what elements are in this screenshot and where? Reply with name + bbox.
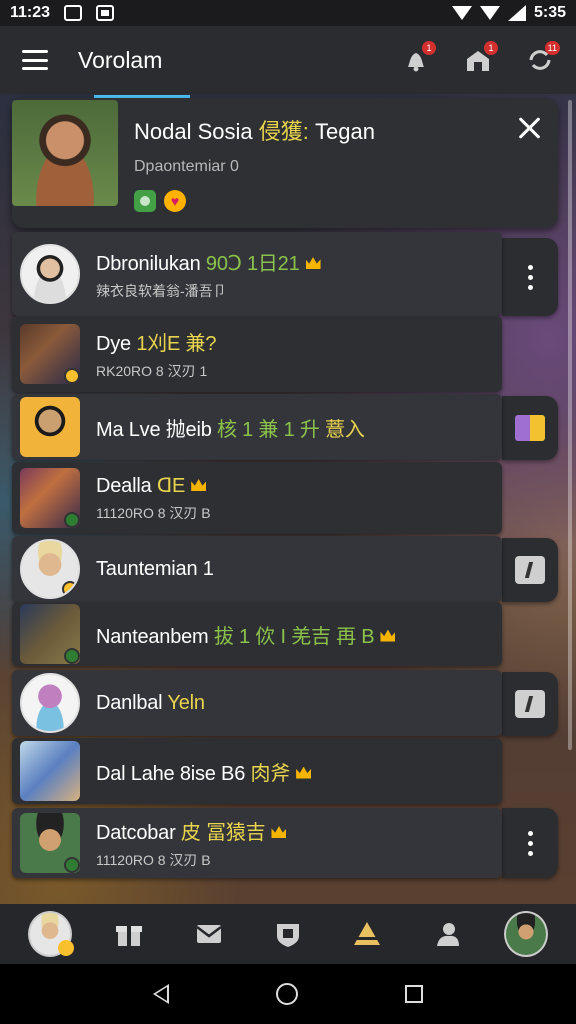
badge-icon bbox=[64, 368, 80, 384]
refresh-button[interactable]: 11 bbox=[526, 41, 560, 73]
avatar bbox=[20, 468, 80, 528]
item-title: Danlbal Yeln bbox=[96, 691, 205, 714]
nav-account[interactable] bbox=[504, 911, 549, 957]
app-title: Vorolam bbox=[78, 46, 191, 98]
avatar bbox=[20, 324, 80, 384]
item-subtitle: RK20RO 8 汉刃 1 bbox=[96, 363, 208, 379]
nav-friend[interactable] bbox=[425, 912, 469, 956]
crown-icon bbox=[296, 766, 312, 779]
list-item[interactable]: Dye 1刈E 兼? RK20RO 8 汉刃 1 bbox=[12, 316, 502, 392]
list-item[interactable]: Dal Lahe 8ise B6 肉斧 bbox=[12, 738, 502, 804]
system-nav-bar bbox=[0, 964, 576, 1024]
status-bar: 11:23 5:35 bbox=[0, 0, 576, 26]
more-vert-icon bbox=[527, 830, 533, 856]
list-item[interactable]: Datcobar 皮 冨猿吉 11120RO 8 汉刃 B bbox=[12, 808, 502, 878]
status-time: 11:23 bbox=[10, 4, 51, 21]
edit-button[interactable] bbox=[502, 538, 558, 602]
shop-badge: 1 bbox=[484, 41, 498, 55]
account-avatar bbox=[504, 911, 549, 957]
list-item[interactable]: Dbronilukan 90Ↄ 1日21 辣衣良软着翁-潘吾卩 bbox=[12, 232, 502, 316]
crown-icon bbox=[271, 826, 287, 838]
status-time-right: 5:35 bbox=[533, 4, 566, 21]
app-bar: Vorolam 1 1 11 bbox=[0, 26, 576, 98]
bottom-nav bbox=[0, 904, 576, 964]
menu-button[interactable] bbox=[22, 50, 48, 70]
featured-name: Nodal Sosia 侵獲: Tegan bbox=[134, 119, 375, 144]
badge-icon bbox=[62, 581, 78, 597]
item-title: Nanteanbem 拔 1 佽 I 羌吉 再 B bbox=[96, 620, 396, 649]
signal-icon bbox=[507, 5, 526, 21]
refresh-badge: 11 bbox=[544, 41, 560, 55]
item-subtitle: 11120RO 8 汉刃 B bbox=[96, 852, 211, 868]
avatar bbox=[20, 244, 80, 304]
crown-icon bbox=[191, 479, 207, 491]
nav-profile[interactable] bbox=[27, 911, 74, 957]
avatar bbox=[20, 741, 80, 801]
gem-button[interactable] bbox=[502, 396, 558, 460]
bell-badge: 1 bbox=[422, 41, 436, 55]
gift-icon bbox=[116, 926, 143, 946]
nav-shield[interactable] bbox=[266, 912, 310, 956]
heart-tag-icon: ♥ bbox=[164, 190, 186, 212]
mail-icon bbox=[195, 925, 222, 943]
edit-button-2[interactable] bbox=[502, 672, 558, 736]
scrollbar[interactable] bbox=[568, 100, 572, 750]
edit-icon bbox=[515, 690, 545, 718]
list-item[interactable]: Ma Lve 抛eib 核 1 兼 1 升 薏入 bbox=[12, 394, 502, 460]
shield-icon bbox=[276, 924, 299, 947]
item-title: Dealla ꓷE bbox=[96, 473, 211, 498]
close-button[interactable] bbox=[516, 114, 544, 142]
friend-icon bbox=[436, 923, 459, 946]
crown-icon bbox=[305, 257, 321, 269]
green-tag-icon bbox=[134, 190, 156, 212]
list-item[interactable]: Tauntemian 1 bbox=[12, 536, 502, 602]
item-title: Datcobar 皮 冨猿吉 bbox=[96, 816, 287, 845]
gem-icon bbox=[515, 415, 545, 441]
recents-icon[interactable] bbox=[404, 985, 423, 1003]
avatar bbox=[20, 397, 80, 457]
more-vert-icon bbox=[527, 264, 533, 290]
notification-icon-2 bbox=[96, 5, 115, 21]
avatar bbox=[20, 539, 80, 599]
featured-avatar bbox=[12, 100, 118, 206]
badge-icon bbox=[57, 940, 74, 956]
bell-button[interactable]: 1 bbox=[402, 41, 436, 73]
tent-icon bbox=[354, 922, 381, 945]
avatar bbox=[20, 813, 80, 873]
featured-subtitle: Dpaontemiar 0 bbox=[134, 158, 239, 175]
wifi-icon bbox=[451, 6, 472, 20]
item-title: Dal Lahe 8ise B6 肉斧 bbox=[96, 757, 312, 786]
item-subtitle: 辣衣良软着翁-潘吾卩 bbox=[96, 283, 227, 299]
home-icon[interactable] bbox=[275, 983, 298, 1005]
item-subtitle: 11120RO 8 汉刃 B bbox=[96, 505, 211, 521]
notification-icon bbox=[64, 5, 83, 21]
avatar bbox=[20, 604, 80, 664]
shop-button[interactable]: 1 bbox=[464, 41, 498, 73]
item-title: Dye 1刈E 兼? bbox=[96, 333, 217, 355]
list-item[interactable]: Nanteanbem 拔 1 佽 I 羌吉 再 B bbox=[12, 602, 502, 666]
nav-tent[interactable] bbox=[345, 912, 389, 956]
more-options-button-2[interactable] bbox=[502, 808, 558, 878]
featured-card[interactable]: Nodal Sosia 侵獲: Tegan Dpaontemiar 0 ♥ bbox=[12, 98, 558, 228]
item-title: Tauntemian 1 bbox=[96, 557, 214, 580]
item-title: Dbronilukan 90Ↄ 1日21 bbox=[96, 247, 321, 276]
more-options-button[interactable] bbox=[502, 238, 558, 316]
item-title: Ma Lve 抛eib 核 1 兼 1 升 薏入 bbox=[96, 418, 365, 441]
back-icon[interactable] bbox=[153, 984, 170, 1004]
list-item[interactable]: Dealla ꓷE 11120RO 8 汉刃 B bbox=[12, 462, 502, 534]
edit-icon bbox=[515, 556, 545, 584]
list-item[interactable]: Danlbal Yeln bbox=[12, 670, 502, 736]
crown-icon bbox=[380, 629, 396, 642]
wifi-icon-2 bbox=[479, 6, 500, 20]
badge-icon bbox=[64, 648, 80, 664]
avatar bbox=[20, 673, 80, 733]
badge-icon bbox=[64, 512, 80, 528]
nav-gift[interactable] bbox=[107, 912, 151, 956]
badge-icon bbox=[64, 857, 80, 873]
nav-mail[interactable] bbox=[187, 912, 231, 956]
